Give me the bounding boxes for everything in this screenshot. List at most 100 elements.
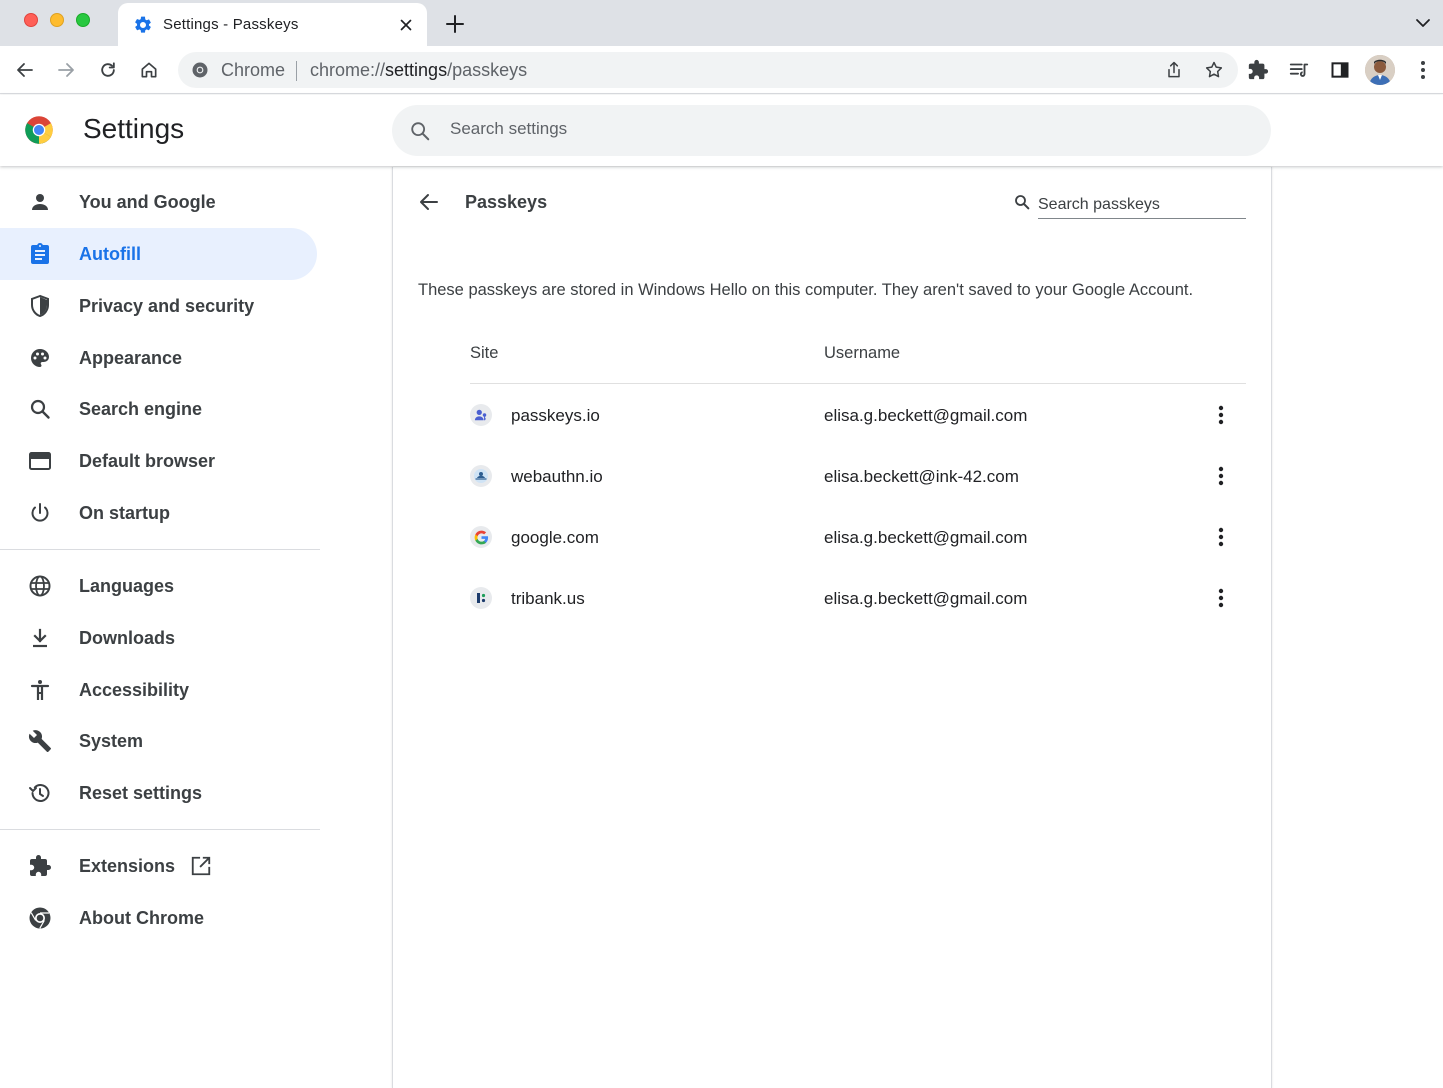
accessibility-icon	[28, 678, 52, 702]
sidebar-item-label: You and Google	[79, 192, 216, 212]
passkey-row: webauthn.io elisa.beckett@ink-42.com	[470, 446, 1246, 507]
sidebar-item-label: Languages	[79, 576, 175, 596]
sidebar-item-label: Appearance	[79, 348, 183, 368]
sidebar-item-label: About Chrome	[79, 908, 204, 928]
passkeys-search-input[interactable]	[1038, 191, 1246, 219]
google-favicon-icon	[470, 526, 492, 548]
table-header-divider	[470, 383, 1246, 384]
arrow-left-icon	[17, 63, 33, 77]
minimize-window-button[interactable]	[50, 13, 64, 27]
bookmark-star-icon[interactable]	[1204, 60, 1224, 80]
url-path: /passkeys	[447, 60, 528, 80]
search-icon	[1013, 193, 1031, 211]
passkey-username: elisa.g.beckett@gmail.com	[824, 589, 1028, 608]
clipboard-icon	[28, 242, 52, 266]
new-tab-button[interactable]	[445, 14, 465, 34]
gear-icon	[133, 15, 153, 35]
sidebar-divider	[0, 829, 320, 830]
tab-strip: Settings - Passkeys	[0, 0, 1443, 46]
side-panel-icon[interactable]	[1328, 58, 1352, 82]
sidebar-item-languages[interactable]: Languages	[0, 560, 317, 612]
more-vert-icon[interactable]	[1411, 58, 1435, 82]
download-icon	[28, 626, 52, 650]
wrench-icon	[28, 729, 52, 753]
sidebar-item-autofill[interactable]: Autofill	[0, 228, 317, 280]
sidebar-item-label: Accessibility	[79, 680, 190, 700]
sidebar-item-you-and-google[interactable]: You and Google	[0, 176, 317, 228]
column-header-site: Site	[470, 344, 499, 362]
column-header-username: Username	[824, 344, 901, 362]
sidebar-item-about-chrome[interactable]: About Chrome	[0, 892, 317, 944]
forward-button[interactable]	[54, 58, 78, 82]
passkey-site: passkeys.io	[511, 406, 600, 425]
reload-button[interactable]	[96, 58, 120, 82]
more-vert-icon[interactable]	[1209, 525, 1233, 549]
home-icon	[141, 62, 157, 78]
back-button[interactable]	[13, 58, 37, 82]
arrow-right-icon	[58, 63, 74, 77]
media-queue-icon[interactable]	[1287, 58, 1311, 82]
sidebar-item-appearance[interactable]: Appearance	[0, 332, 317, 384]
chrome-icon	[191, 61, 209, 79]
omnibox-url[interactable]: chrome://settings/passkeys	[310, 60, 527, 81]
passkeys-title: Passkeys	[465, 192, 548, 212]
passkey-row: tribank.us elisa.g.beckett@gmail.com	[470, 568, 1246, 629]
sidebar-item-label: Search engine	[79, 399, 203, 419]
sidebar-item-label: On startup	[79, 503, 171, 523]
passkeys-description: These passkeys are stored in Windows Hel…	[418, 281, 1194, 299]
more-vert-icon[interactable]	[1209, 464, 1233, 488]
back-arrow-icon[interactable]	[417, 190, 441, 214]
puzzle-icon	[28, 854, 52, 878]
home-button[interactable]	[137, 58, 161, 82]
tab-settings-passkeys[interactable]: Settings - Passkeys	[118, 3, 427, 46]
tribank-favicon-icon	[470, 587, 492, 609]
shield-icon	[28, 294, 52, 318]
passkey-row: passkeys.io elisa.g.beckett@gmail.com	[470, 385, 1246, 446]
close-window-button[interactable]	[24, 13, 38, 27]
sidebar-item-label: Privacy and security	[79, 296, 255, 316]
sidebar-item-label: Reset settings	[79, 783, 203, 803]
sidebar-divider	[0, 549, 320, 550]
sidebar-item-accessibility[interactable]: Accessibility	[0, 664, 317, 716]
share-icon[interactable]	[1164, 60, 1184, 80]
omnibox-scheme-label: Chrome	[221, 60, 286, 80]
omnibox-separator	[296, 61, 297, 81]
close-icon[interactable]	[398, 17, 414, 33]
chevron-down-icon[interactable]	[1415, 17, 1431, 29]
sidebar-item-downloads[interactable]: Downloads	[0, 612, 317, 664]
browser-toolbar: Chrome chrome://settings/passkeys	[0, 46, 1443, 94]
passkey-site: google.com	[511, 528, 599, 547]
profile-avatar[interactable]	[1365, 55, 1395, 85]
passkey-site: webauthn.io	[511, 467, 603, 486]
sidebar-item-label: Extensions	[79, 856, 176, 876]
more-vert-icon[interactable]	[1209, 403, 1233, 427]
omnibox[interactable]: Chrome chrome://settings/passkeys	[178, 52, 1238, 88]
passkey-username: elisa.g.beckett@gmail.com	[824, 528, 1028, 547]
settings-search-input[interactable]	[450, 119, 1230, 139]
page-title: Settings	[83, 113, 185, 144]
sidebar-item-search-engine[interactable]: Search engine	[0, 383, 317, 435]
url-prefix: chrome://	[310, 60, 386, 80]
sidebar-item-privacy-and-security[interactable]: Privacy and security	[0, 280, 317, 332]
browser-window-icon	[28, 449, 52, 473]
extensions-puzzle-icon[interactable]	[1246, 58, 1270, 82]
search-icon	[28, 397, 52, 421]
passkey-row: google.com elisa.g.beckett@gmail.com	[470, 507, 1246, 568]
url-host: settings	[385, 60, 448, 80]
chrome-icon	[28, 906, 52, 930]
sidebar-item-system[interactable]: System	[0, 715, 317, 767]
chrome-logo-icon	[24, 115, 54, 145]
sidebar-item-reset-settings[interactable]: Reset settings	[0, 767, 317, 819]
sidebar-item-default-browser[interactable]: Default browser	[0, 435, 317, 487]
sidebar-item-extensions[interactable]: Extensions	[0, 840, 317, 892]
more-vert-icon[interactable]	[1209, 586, 1233, 610]
power-icon	[28, 501, 52, 525]
passkey-username: elisa.g.beckett@gmail.com	[824, 406, 1028, 425]
passkeys-card: Passkeys These passkeys are stored in Wi…	[392, 167, 1272, 1088]
search-icon	[409, 120, 431, 142]
passkey-username: elisa.beckett@ink-42.com	[824, 467, 1019, 486]
webauthn-favicon-icon	[470, 465, 492, 487]
sidebar-item-on-startup[interactable]: On startup	[0, 487, 317, 539]
settings-search-box[interactable]	[392, 105, 1271, 156]
zoom-window-button[interactable]	[76, 13, 90, 27]
